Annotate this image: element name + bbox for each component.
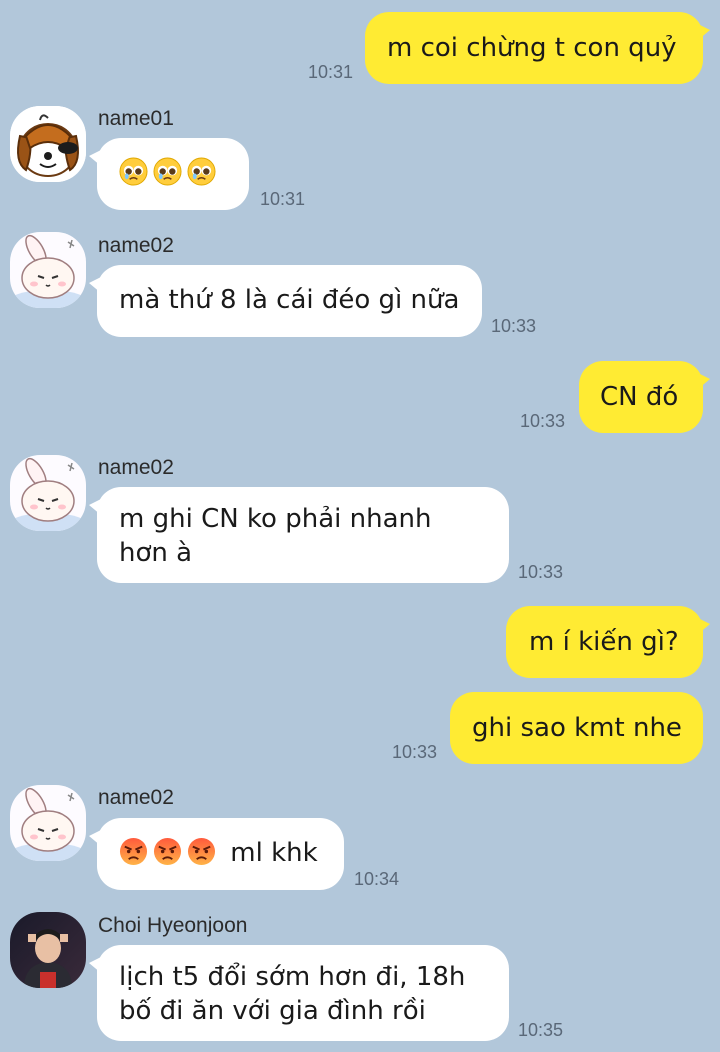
message-text-line: m ghi CN ko phải nhanh: [119, 504, 432, 534]
outgoing-message-bubble[interactable]: m coi chừng t con quỷ: [365, 12, 710, 84]
incoming-message-bubble[interactable]: [89, 138, 249, 210]
angry-face-icon: [187, 837, 216, 866]
outgoing-message-bubble[interactable]: ghi sao kmt nhe: [450, 692, 703, 764]
sender-name: Choi Hyeonjoon: [98, 914, 248, 937]
outgoing-message-bubble[interactable]: CN đó: [579, 361, 710, 433]
message-text-line: bố đi ăn với gia đình rồi: [119, 996, 426, 1026]
message-time: 10:31: [308, 62, 354, 82]
incoming-message-bubble[interactable]: m ghi CN ko phải nhanh hơn à: [89, 487, 509, 583]
message-text: ml khk: [230, 838, 318, 868]
message-time: 10:34: [354, 869, 400, 889]
message-text-line: lịch t5 đổi sớm hơn đi, 18h: [119, 962, 466, 992]
pleading-face-icon: [153, 157, 182, 186]
angry-face-icon: [119, 837, 148, 866]
bunny-avatar-icon[interactable]: [10, 785, 86, 861]
outgoing-message-bubble[interactable]: m í kiến gì?: [506, 606, 710, 678]
message-text: CN đó: [600, 382, 679, 412]
incoming-message-bubble[interactable]: lịch t5 đổi sớm hơn đi, 18h bố đi ăn với…: [89, 945, 509, 1041]
pleading-face-icon: [187, 157, 216, 186]
sender-name: name01: [98, 107, 174, 130]
message-text: mà thứ 8 là cái đéo gì nữa: [119, 285, 460, 315]
bunny-avatar-icon[interactable]: [10, 455, 86, 531]
message-time: 10:33: [491, 316, 537, 336]
pleading-face-icon: [119, 157, 148, 186]
message-text-line: hơn à: [119, 538, 193, 568]
angry-face-icon: [153, 837, 182, 866]
message-time: 10:31: [260, 189, 306, 209]
person-avatar-icon[interactable]: [10, 912, 86, 988]
dog-avatar-icon[interactable]: [10, 106, 86, 182]
sender-name: name02: [98, 234, 174, 257]
incoming-message-bubble[interactable]: ml khk: [89, 818, 344, 890]
message-time: 10:33: [518, 562, 564, 582]
message-time: 10:33: [392, 742, 438, 762]
sender-name: name02: [98, 456, 174, 479]
message-text: m í kiến gì?: [529, 627, 679, 657]
incoming-message-bubble[interactable]: mà thứ 8 là cái đéo gì nữa: [89, 265, 482, 337]
sender-name: name02: [98, 786, 174, 809]
message-time: 10:35: [518, 1020, 564, 1040]
message-time: 10:33: [520, 411, 566, 431]
message-text: ghi sao kmt nhe: [472, 713, 682, 743]
bunny-avatar-icon[interactable]: [10, 232, 86, 308]
message-text: m coi chừng t con quỷ: [387, 33, 677, 63]
